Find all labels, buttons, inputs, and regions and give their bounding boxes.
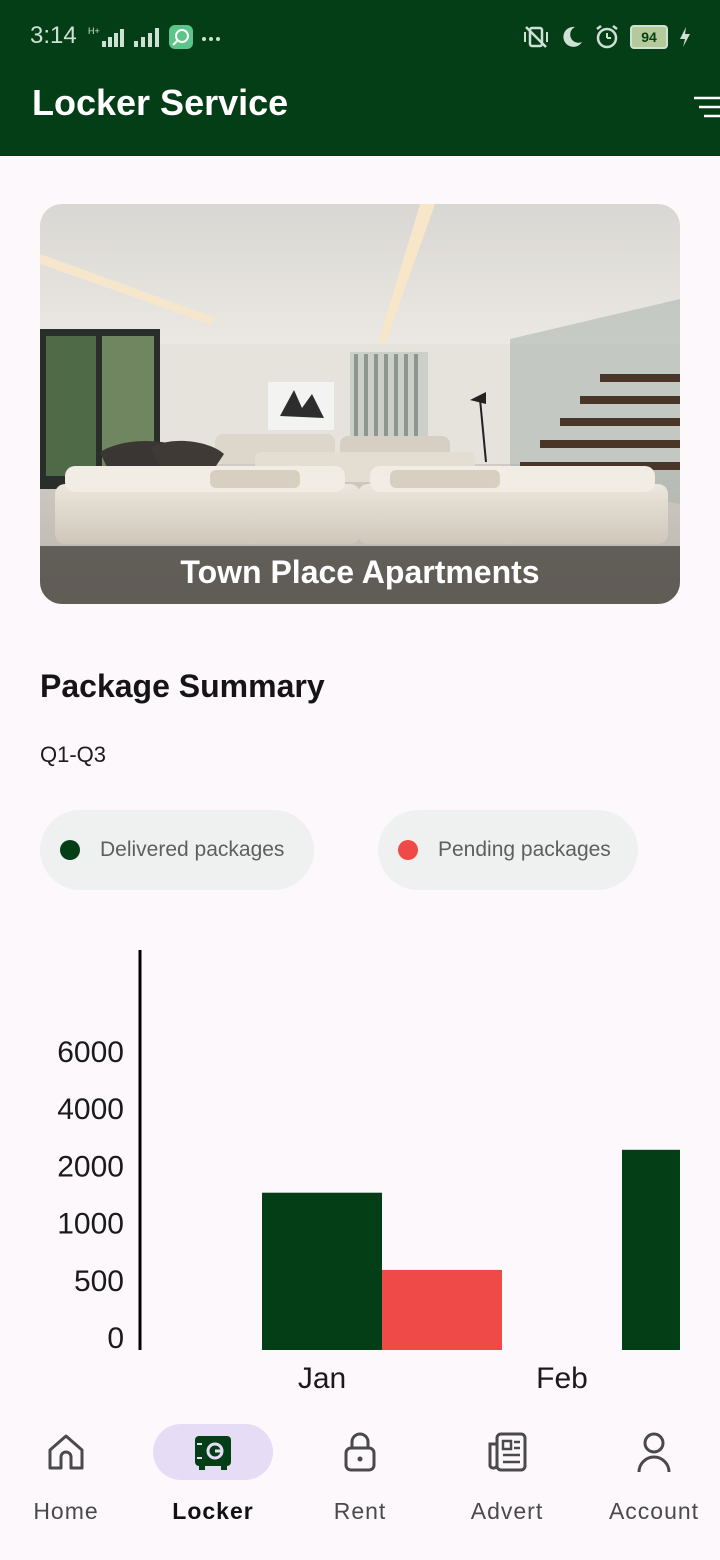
person-icon xyxy=(637,1432,671,1473)
app-bar: Locker Service xyxy=(0,72,720,156)
legend-delivered[interactable]: Delivered packages xyxy=(40,810,314,890)
nav-label: Account xyxy=(608,1498,700,1524)
nav-locker[interactable]: Locker xyxy=(141,1400,285,1560)
more-icon xyxy=(202,37,220,41)
nav-account[interactable]: Account xyxy=(582,1400,720,1560)
alarm-icon xyxy=(596,25,618,49)
charging-icon xyxy=(680,27,690,47)
nav-label: Home xyxy=(33,1498,99,1524)
legend-pending[interactable]: Pending packages xyxy=(378,810,638,890)
x-tick-label: Feb xyxy=(536,1362,588,1395)
hplus-signal-icon: H+ xyxy=(88,26,124,47)
period-label: Q1-Q3 xyxy=(40,742,107,767)
nav-label: Advert xyxy=(470,1498,544,1524)
nav-icon-container xyxy=(6,1424,126,1480)
y-tick-label: 6000 xyxy=(57,1036,124,1069)
locker-icon xyxy=(195,1436,231,1470)
status-left-icons: H+ xyxy=(88,22,222,52)
status-time: 3:14 xyxy=(30,22,77,49)
apartment-living-room-photo xyxy=(40,204,680,604)
filter-button[interactable] xyxy=(690,92,720,122)
delivered-dot-icon xyxy=(60,840,80,860)
nav-icon-container xyxy=(594,1424,714,1480)
bottom-nav: Home Locker Rent Advert Account xyxy=(0,1400,720,1560)
package-chart: 0 500 1000 2000 4000 6000 Jan Feb xyxy=(0,940,720,1400)
nav-rent[interactable]: Rent xyxy=(288,1400,432,1560)
svg-text:H+: H+ xyxy=(88,26,100,36)
legend-label: Pending packages xyxy=(438,838,611,861)
apartment-name: Town Place Apartments xyxy=(40,546,680,604)
moon-icon xyxy=(563,26,582,47)
apartment-card[interactable]: Town Place Apartments xyxy=(40,204,680,604)
package-bar-chart: 0 500 1000 2000 4000 6000 Jan Feb xyxy=(57,950,680,1395)
nav-icon-container xyxy=(300,1424,420,1480)
y-tick-label: 1000 xyxy=(57,1208,124,1241)
home-icon xyxy=(48,1434,84,1470)
page-title: Locker Service xyxy=(32,82,289,123)
nav-icon-container xyxy=(153,1424,273,1480)
bar-jan-pending[interactable] xyxy=(382,1269,502,1350)
signal-icon xyxy=(134,28,159,47)
app-notification-icon xyxy=(169,25,193,49)
vibrate-off-icon xyxy=(524,26,548,48)
nav-label: Locker xyxy=(172,1498,254,1524)
legend-label: Delivered packages xyxy=(100,838,285,861)
bar-jan-delivered[interactable] xyxy=(262,1192,382,1350)
filter-icon xyxy=(694,96,720,118)
battery-icon: 94 xyxy=(630,25,668,49)
x-tick-label: Jan xyxy=(298,1362,346,1395)
nav-label: Rent xyxy=(333,1498,387,1524)
nav-icon-container xyxy=(447,1424,567,1480)
pending-dot-icon xyxy=(398,840,418,860)
y-tick-label: 500 xyxy=(74,1265,124,1298)
section-title: Package Summary xyxy=(40,668,325,704)
status-bar: 3:14 H+ 94 xyxy=(0,0,720,72)
status-right-icons: 94 xyxy=(522,22,692,52)
lock-icon xyxy=(344,1432,376,1472)
newspaper-icon xyxy=(488,1432,527,1472)
bar-feb-delivered[interactable] xyxy=(622,1149,680,1350)
nav-advert[interactable]: Advert xyxy=(435,1400,579,1560)
y-tick-label: 0 xyxy=(107,1322,124,1355)
nav-home[interactable]: Home xyxy=(0,1400,138,1560)
y-tick-label: 4000 xyxy=(57,1093,124,1126)
y-tick-label: 2000 xyxy=(57,1150,124,1183)
